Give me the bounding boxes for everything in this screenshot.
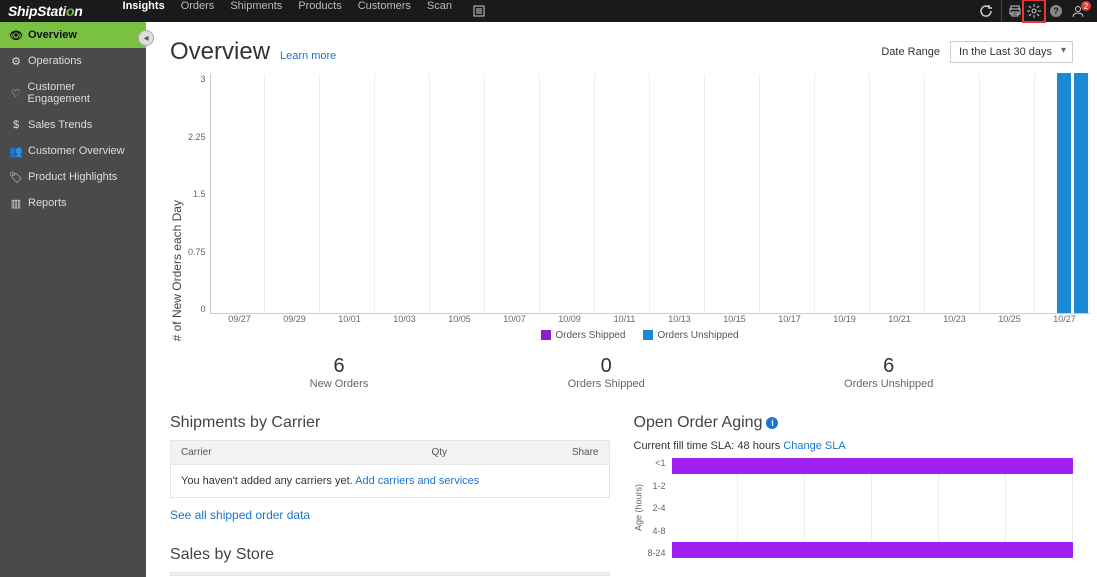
main-content: Overview Learn more Date Range In the La… [146,22,1097,577]
shipments-by-carrier-panel: Shipments by Carrier Carrier Qty Share Y… [170,414,610,576]
nav-scan[interactable]: Scan [427,0,452,22]
chart-bar [1074,73,1088,313]
nav-orders[interactable]: Orders [181,0,215,22]
add-carriers-link[interactable]: Add carriers and services [355,475,479,487]
carrier-table-body: You haven't added any carriers yet. Add … [170,465,610,498]
sidebar-item-label: Customer Engagement [28,81,136,105]
aging-y-axis-title: Age (hours) [634,458,646,558]
stat-new-orders: 6 New Orders [310,355,369,390]
change-sla-link[interactable]: Change SLA [783,440,845,452]
summary-stats: 6 New Orders 0 Orders Shipped 6 Orders U… [170,355,1073,404]
gear-icon[interactable] [1023,0,1045,22]
carrier-table-header: Carrier Qty Share [170,440,610,465]
chart-plot-area [210,74,1090,314]
sla-text: Current fill time SLA: 48 hours Change S… [634,440,1074,452]
print-icon[interactable] [1001,0,1023,22]
nav-insights[interactable]: Insights [123,0,165,22]
sidebar-item-label: Operations [28,55,82,67]
daterange-select[interactable]: In the Last 30 days [950,41,1073,63]
stat-orders-shipped: 0 Orders Shipped [568,355,645,390]
sidebar: 👁 Overview ⚙ Operations ♡ Customer Engag… [0,22,146,577]
help-icon[interactable]: ? [1045,0,1067,22]
barchart-icon: ▥ [10,197,22,209]
sidebar-item-reports[interactable]: ▥ Reports [0,190,146,216]
chart-legend: Orders Shipped Orders Unshipped [188,330,1092,341]
learn-more-link[interactable]: Learn more [280,50,336,62]
sidebar-item-sales-trends[interactable]: $ Sales Trends [0,112,146,138]
people-icon: 👥 [10,145,22,157]
page-title: Overview [170,38,270,66]
sidebar-item-label: Overview [28,29,77,41]
panel-title: Shipments by Carrier [170,414,610,432]
chart-y-axis-title: # of New Orders each Day [170,74,188,341]
dollar-icon: $ [10,119,22,131]
user-icon[interactable]: 2 [1067,0,1089,22]
nav-shipments[interactable]: Shipments [230,0,282,22]
heart-icon: ♡ [10,87,22,99]
sidebar-item-overview[interactable]: 👁 Overview [0,22,146,48]
sidebar-item-label: Customer Overview [28,145,125,157]
sidebar-item-customer-overview[interactable]: 👥 Customer Overview [0,138,146,164]
sidebar-item-label: Reports [28,197,67,209]
sidebar-collapse-icon[interactable]: ◂ [138,30,154,46]
chart-bar [1057,73,1071,313]
info-icon[interactable]: i [766,417,778,429]
refresh-icon[interactable] [975,0,997,22]
aging-y-ticks: <1 1-2 2-4 4-8 8-24 [646,458,672,558]
aging-chart: Age (hours) <1 1-2 2-4 4-8 8-24 [634,458,1074,558]
see-all-shipped-link[interactable]: See all shipped order data [170,508,310,522]
sales-by-store-title: Sales by Store [170,546,610,564]
chart-y-ticks: 3 2.25 1.5 0.75 0 [188,74,210,314]
chart-x-ticks: 09/2709/29 10/0110/03 10/0510/07 10/0910… [212,314,1092,324]
sidebar-item-label: Product Highlights [28,171,117,183]
gears-icon: ⚙ [10,55,22,67]
sidebar-item-operations[interactable]: ⚙ Operations [0,48,146,74]
notif-badge: 2 [1081,1,1091,11]
svg-text:?: ? [1053,6,1059,16]
top-nav: Insights Orders Shipments Products Custo… [123,0,490,22]
sidebar-item-engagement[interactable]: ♡ Customer Engagement [0,74,146,112]
aging-bar [672,542,1074,558]
brand-logo: ShipStation [8,3,83,19]
daterange-label: Date Range [881,46,940,58]
nav-customers[interactable]: Customers [358,0,411,22]
aging-bar [672,458,1074,474]
nav-products[interactable]: Products [298,0,341,22]
aging-plot [672,458,1074,558]
orders-chart: # of New Orders each Day 3 2.25 1.5 0.75… [170,74,1073,341]
eye-icon: 👁 [10,29,22,41]
topbar: ShipStation Insights Orders Shipments Pr… [0,0,1097,22]
tag-icon: 🏷 [10,171,22,183]
sidebar-item-label: Sales Trends [28,119,92,131]
calculator-icon[interactable] [468,0,490,22]
panel-title: Open Order Aging i [634,414,1074,432]
sidebar-item-product-highlights[interactable]: 🏷 Product Highlights [0,164,146,190]
open-order-aging-panel: Open Order Aging i Current fill time SLA… [634,414,1074,576]
stat-orders-unshipped: 6 Orders Unshipped [844,355,933,390]
